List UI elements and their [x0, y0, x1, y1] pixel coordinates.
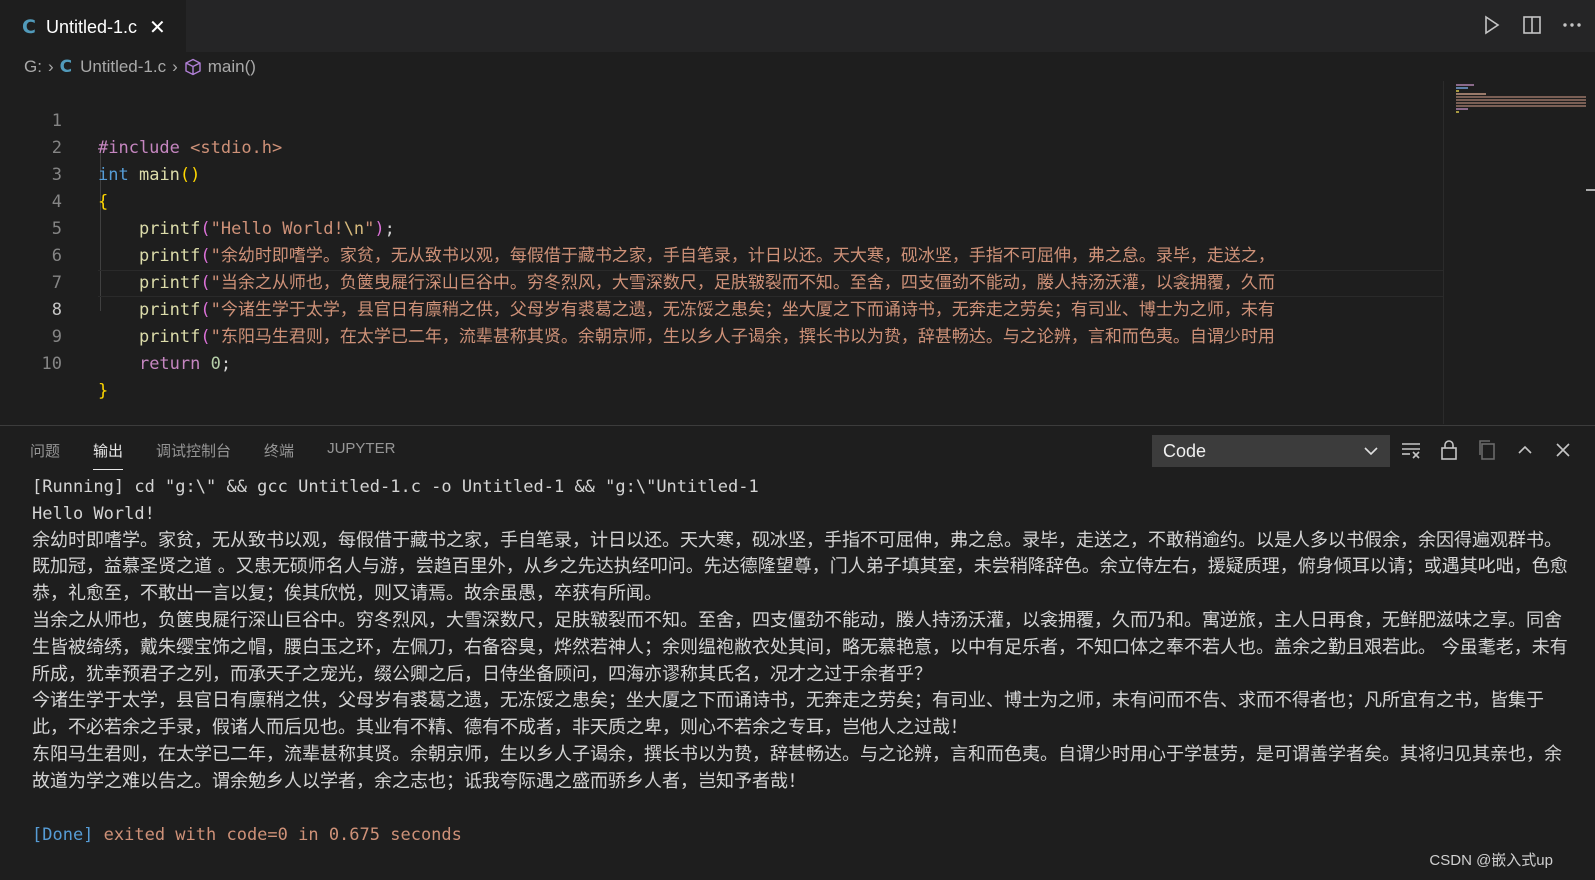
watermark: CSDN @嵌入式up — [1429, 852, 1553, 869]
play-icon — [1485, 15, 1500, 35]
ellipsis-icon — [1563, 23, 1581, 27]
chevron-right-icon: › — [172, 57, 178, 76]
breadcrumb: G: › C Untitled-1.c › main() — [24, 54, 256, 80]
close-icon — [1556, 443, 1570, 457]
code-editor[interactable]: 1 #include <stdio.h> 2 int main() 3 { 4 … — [0, 81, 1443, 424]
symbol-method-icon — [184, 58, 202, 76]
editor-tab-bar: C Untitled-1.c ✕ — [0, 0, 1595, 53]
minimap-line — [1456, 96, 1586, 98]
output-done-line: [Done] exited with code=0 in 0.675 secon… — [32, 822, 1572, 849]
code-line: 2 int main() — [0, 108, 1443, 185]
code-line: 5 printf("余幼时即嗜学。家贫，无从致书以观，每假借于藏书之家，手自笔录… — [0, 189, 1443, 266]
code-line: 7 printf("今诸生学于太学，县官日有廪稍之供，父母岁有裘葛之遗，无冻馁之… — [0, 243, 1443, 320]
c-language-icon: C — [22, 16, 36, 38]
minimap-line — [1456, 108, 1468, 110]
minimap-line — [1456, 84, 1474, 86]
breadcrumb-file[interactable]: Untitled-1.c — [80, 57, 166, 77]
scroll-position-indicator — [1586, 189, 1595, 191]
more-actions-button[interactable] — [1559, 12, 1585, 38]
minimap-line — [1456, 111, 1459, 113]
tab-debug-console[interactable]: 调试控制台 — [156, 440, 231, 470]
code-line: 9 return 0; — [0, 297, 1443, 374]
split-editor-icon — [1523, 16, 1541, 34]
output-hello: Hello World! — [32, 503, 155, 524]
code-line-current: 8 printf("东阳马生君则，在太学已二年，流辈甚称其贤。余朝京师，生以乡人… — [0, 270, 1443, 347]
split-editor-button[interactable] — [1519, 12, 1545, 38]
tab-terminal[interactable]: 终端 — [264, 440, 294, 470]
open-log-file-button[interactable] — [1474, 437, 1500, 463]
output-paragraph-1: 余幼时即嗜学。家贫，无从致书以观，每假借于藏书之家，手自笔录，计日以还。天大寒，… — [32, 529, 1568, 605]
tab-problems[interactable]: 问题 — [30, 440, 60, 470]
minimap-line — [1456, 99, 1586, 101]
tab-label: Untitled-1.c — [45, 16, 137, 37]
minimap-line — [1456, 105, 1586, 107]
breadcrumb-drive[interactable]: G: — [24, 57, 42, 77]
chevron-right-icon: › — [47, 57, 54, 76]
panel-actions — [1398, 437, 1576, 463]
close-panel-button[interactable] — [1550, 437, 1576, 463]
tab-jupyter[interactable]: JUPYTER — [327, 440, 395, 470]
output-blank-line — [32, 796, 1572, 823]
tab-output[interactable]: 输出 — [93, 440, 124, 470]
output-paragraph-3: 今诸生学于太学，县官日有廪稍之供，父母岁有裘葛之遗，无冻馁之患矣；坐大厦之下而诵… — [32, 690, 1544, 739]
code-line: 1 #include <stdio.h> — [0, 81, 1443, 158]
panel-tabs: 问题 输出 调试控制台 终端 JUPYTER — [30, 440, 428, 470]
minimap-line — [1456, 90, 1459, 92]
output-paragraph-4: 东阳马生君则，在太学已二年，流辈甚称其贤。余朝京师，生以乡人子谒余，撰长书以为贽… — [32, 743, 1562, 792]
code-line: 6 printf("当余之从师也，负箧曳屣行深山巨谷中。穷冬烈风，大雪深数尺，足… — [0, 216, 1443, 293]
output-run-command: [Running] cd "g:\" && gcc Untitled-1.c -… — [32, 477, 759, 497]
breadcrumb-symbol[interactable]: main() — [208, 57, 256, 77]
maximize-panel-button[interactable] — [1512, 437, 1538, 463]
close-icon[interactable]: ✕ — [149, 15, 166, 39]
chevron-down-icon — [1363, 443, 1379, 464]
code-line: 4 printf("Hello World!\n"); — [0, 162, 1443, 239]
line-number: 10 — [41, 354, 62, 374]
minimap-line — [1456, 102, 1586, 104]
lock-icon — [1441, 440, 1457, 460]
clear-all-icon — [1402, 443, 1420, 459]
copy-icon — [1479, 440, 1495, 460]
done-tag: [Done] — [32, 825, 94, 846]
tab-untitled-1-c[interactable]: C Untitled-1.c ✕ — [0, 0, 186, 53]
run-code-button[interactable] — [1479, 12, 1505, 38]
c-language-icon: C — [59, 57, 73, 77]
lock-scroll-button[interactable] — [1436, 437, 1462, 463]
clear-output-button[interactable] — [1398, 437, 1424, 463]
minimap-line — [1456, 87, 1468, 89]
output-content[interactable]: [Running] cd "g:\" && gcc Untitled-1.c -… — [32, 474, 1572, 849]
code-line: 3 { — [0, 135, 1443, 212]
chevron-up-icon — [1518, 445, 1532, 454]
output-channel-select[interactable]: Code — [1152, 435, 1390, 467]
minimap[interactable] — [1443, 81, 1595, 424]
bottom-panel: 问题 输出 调试控制台 终端 JUPYTER Code [Running] cd… — [0, 425, 1595, 880]
code-text: return 0; — [138, 354, 232, 374]
code-line: 10 } — [0, 324, 1443, 401]
done-message: exited with code=0 in 0.675 seconds — [93, 825, 462, 846]
code-text: } — [98, 381, 109, 401]
output-channel-value: Code — [1163, 440, 1207, 461]
editor-actions — [1479, 12, 1585, 38]
minimap-line — [1456, 93, 1486, 95]
output-paragraph-2: 当余之从师也，负箧曳屣行深山巨谷中。穷冬烈风，大雪深数尺，足肤皲裂而不知。至舍，… — [32, 609, 1568, 685]
